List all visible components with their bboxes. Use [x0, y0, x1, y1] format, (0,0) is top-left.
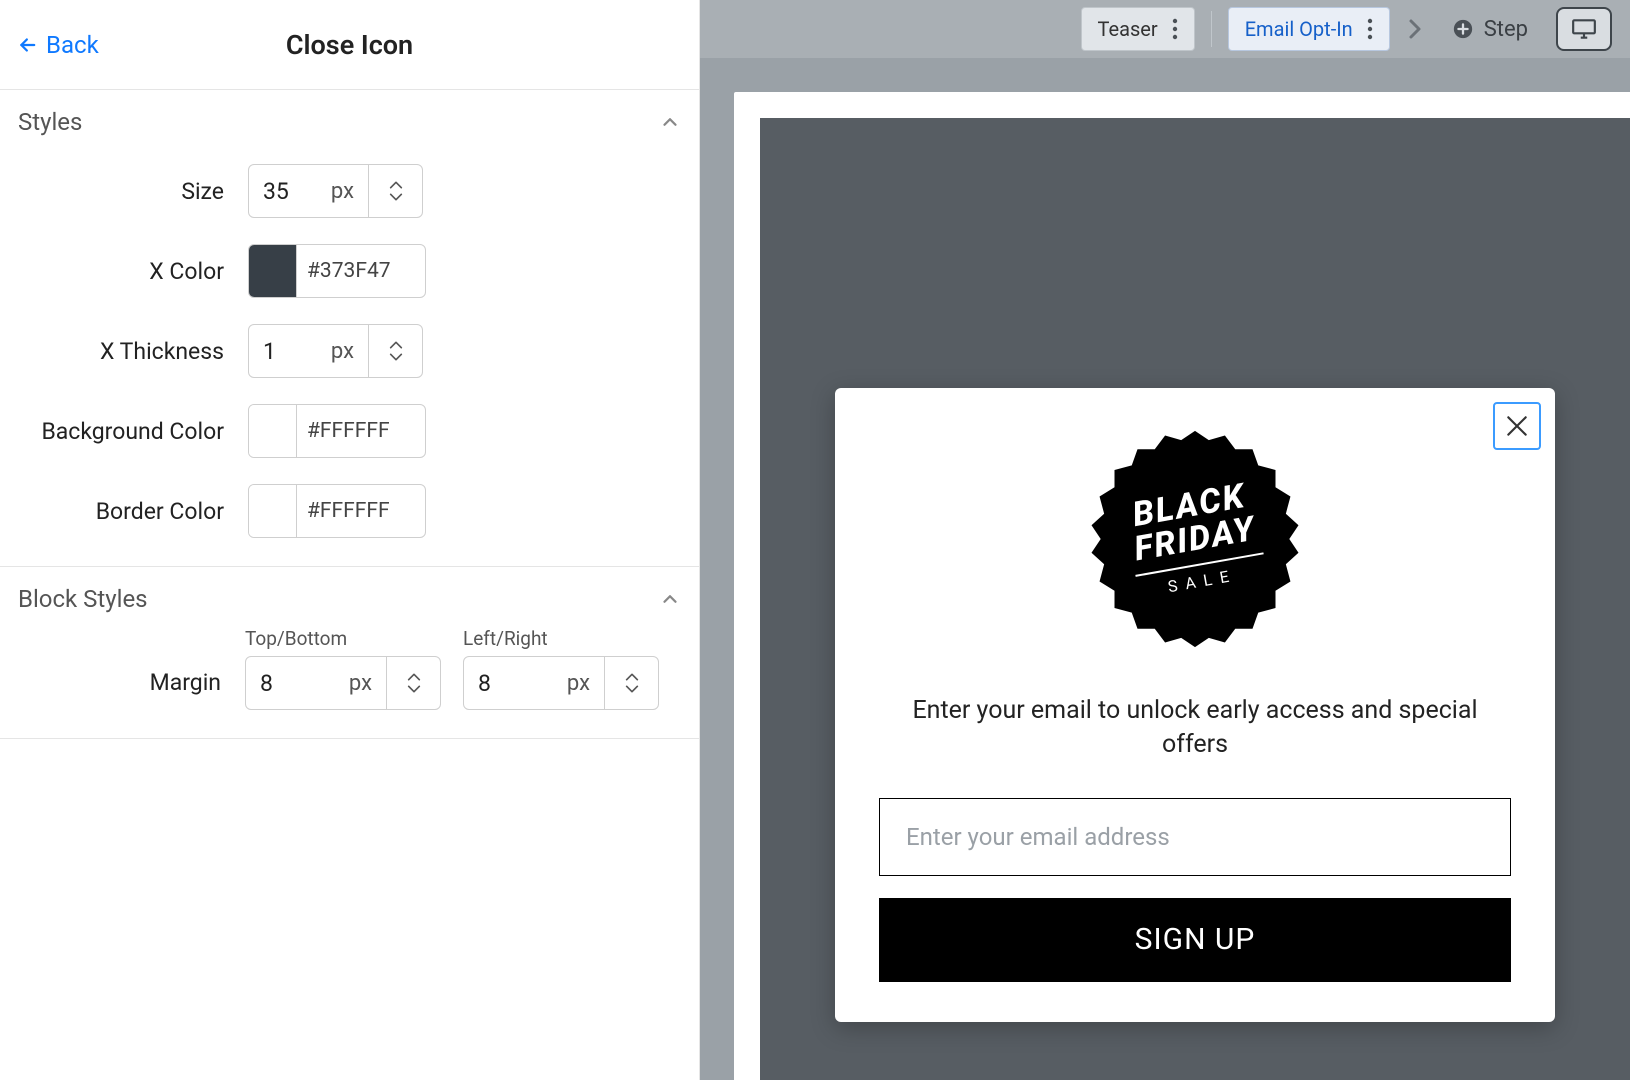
black-friday-badge: BLACK FRIDAY SALE [1080, 424, 1310, 654]
size-unit: px [331, 179, 368, 204]
step-email-optin-label: Email Opt-In [1245, 17, 1353, 41]
desktop-icon [1571, 18, 1597, 40]
size-stepper[interactable] [368, 165, 422, 217]
section-styles: Styles Size 35 px X Color #37 [0, 90, 699, 567]
row-border-color: Border Color #FFFFFF [18, 484, 681, 538]
row-margin: Margin Top/Bottom 8 px Left/Right [18, 627, 681, 710]
row-x-thickness: X Thickness 1 px [18, 324, 681, 378]
chevron-down-icon [388, 192, 404, 202]
close-icon [1504, 413, 1530, 439]
label-margin: Margin [18, 669, 245, 710]
x-thickness-value: 1 [249, 338, 331, 365]
email-input[interactable]: Enter your email address [879, 798, 1511, 876]
margin-lr-value: 8 [464, 670, 567, 697]
x-color-hex: #373F47 [297, 245, 425, 297]
border-color-input[interactable]: #FFFFFF [248, 484, 426, 538]
chevron-up-icon [659, 588, 681, 610]
kebab-icon[interactable] [1367, 18, 1373, 40]
border-color-hex: #FFFFFF [297, 485, 425, 537]
top-toolbar: Teaser Email Opt-In Step [700, 0, 1630, 58]
margin-tb-unit: px [349, 671, 386, 696]
margin-tb-stepper[interactable] [386, 657, 440, 709]
size-input[interactable]: 35 px [248, 164, 423, 218]
toolbar-divider [1211, 11, 1212, 47]
margin-top-bottom-input[interactable]: 8 px [245, 656, 441, 710]
section-styles-title: Styles [18, 108, 82, 136]
label-background-color: Background Color [18, 418, 248, 445]
section-block-styles: Block Styles Margin Top/Bottom 8 px [0, 567, 699, 739]
x-thickness-unit: px [331, 339, 368, 364]
label-x-thickness: X Thickness [18, 338, 248, 365]
background-color-input[interactable]: #FFFFFF [248, 404, 426, 458]
row-background-color: Background Color #FFFFFF [18, 404, 681, 458]
margin-left-right-input[interactable]: 8 px [463, 656, 659, 710]
step-teaser-label: Teaser [1098, 17, 1158, 41]
canvas-white-bg: BLACK FRIDAY SALE Enter your email to un… [734, 92, 1630, 1080]
chevron-down-icon [624, 684, 640, 694]
chevron-down-icon [388, 352, 404, 362]
label-border-color: Border Color [18, 498, 248, 525]
step-email-optin-button[interactable]: Email Opt-In [1228, 7, 1390, 51]
chevron-up-icon [388, 180, 404, 190]
arrow-left-icon [14, 34, 36, 56]
row-size: Size 35 px [18, 164, 681, 218]
back-label: Back [46, 31, 99, 59]
margin-lr-stepper[interactable] [604, 657, 658, 709]
badge-text: BLACK FRIDAY SALE [1062, 406, 1328, 672]
background-color-swatch[interactable] [249, 405, 297, 457]
canvas-frame: BLACK FRIDAY SALE Enter your email to un… [700, 58, 1630, 1080]
section-block-styles-header[interactable]: Block Styles [18, 585, 681, 613]
x-color-input[interactable]: #373F47 [248, 244, 426, 298]
popup: BLACK FRIDAY SALE Enter your email to un… [835, 388, 1555, 1022]
chevron-up-icon [659, 111, 681, 133]
margin-lr-unit: px [567, 671, 604, 696]
popup-description: Enter your email to unlock early access … [879, 694, 1511, 762]
signup-button[interactable]: SIGN UP [879, 898, 1511, 982]
label-size: Size [18, 178, 248, 205]
margin-left-right-group: Left/Right 8 px [463, 627, 659, 710]
device-preview-button[interactable] [1556, 7, 1612, 51]
border-color-swatch[interactable] [249, 485, 297, 537]
add-step-label: Step [1484, 17, 1528, 42]
row-x-color: X Color #373F47 [18, 244, 681, 298]
size-value: 35 [249, 178, 331, 205]
label-x-color: X Color [18, 258, 248, 285]
add-step-button[interactable]: Step [1440, 17, 1540, 42]
chevron-up-icon [624, 672, 640, 682]
app-root: Back Close Icon Styles Size 35 px [0, 0, 1630, 1080]
x-thickness-input[interactable]: 1 px [248, 324, 423, 378]
step-teaser-button[interactable]: Teaser [1081, 7, 1195, 51]
x-color-swatch[interactable] [249, 245, 297, 297]
chevron-up-icon [406, 672, 422, 682]
sidebar-header: Back Close Icon [0, 0, 699, 90]
label-margin-left-right: Left/Right [463, 627, 659, 650]
plus-circle-icon [1452, 18, 1474, 40]
kebab-icon[interactable] [1172, 18, 1178, 40]
margin-top-bottom-group: Top/Bottom 8 px [245, 627, 441, 710]
editor-sidebar: Back Close Icon Styles Size 35 px [0, 0, 700, 1080]
panel-title: Close Icon [286, 29, 413, 61]
label-margin-top-bottom: Top/Bottom [245, 627, 441, 650]
badge-sale: SALE [1166, 565, 1238, 596]
back-button[interactable]: Back [0, 31, 99, 59]
canvas-overlay: BLACK FRIDAY SALE Enter your email to un… [760, 118, 1630, 1080]
margin-tb-value: 8 [246, 670, 349, 697]
chevron-down-icon [406, 684, 422, 694]
x-thickness-stepper[interactable] [368, 325, 422, 377]
chevron-right-icon [1406, 15, 1424, 43]
background-color-hex: #FFFFFF [297, 405, 425, 457]
chevron-up-icon [388, 340, 404, 350]
section-block-styles-title: Block Styles [18, 585, 148, 613]
preview-area: Teaser Email Opt-In Step [700, 0, 1630, 1080]
popup-close-button[interactable] [1493, 402, 1541, 450]
section-styles-header[interactable]: Styles [18, 108, 681, 136]
